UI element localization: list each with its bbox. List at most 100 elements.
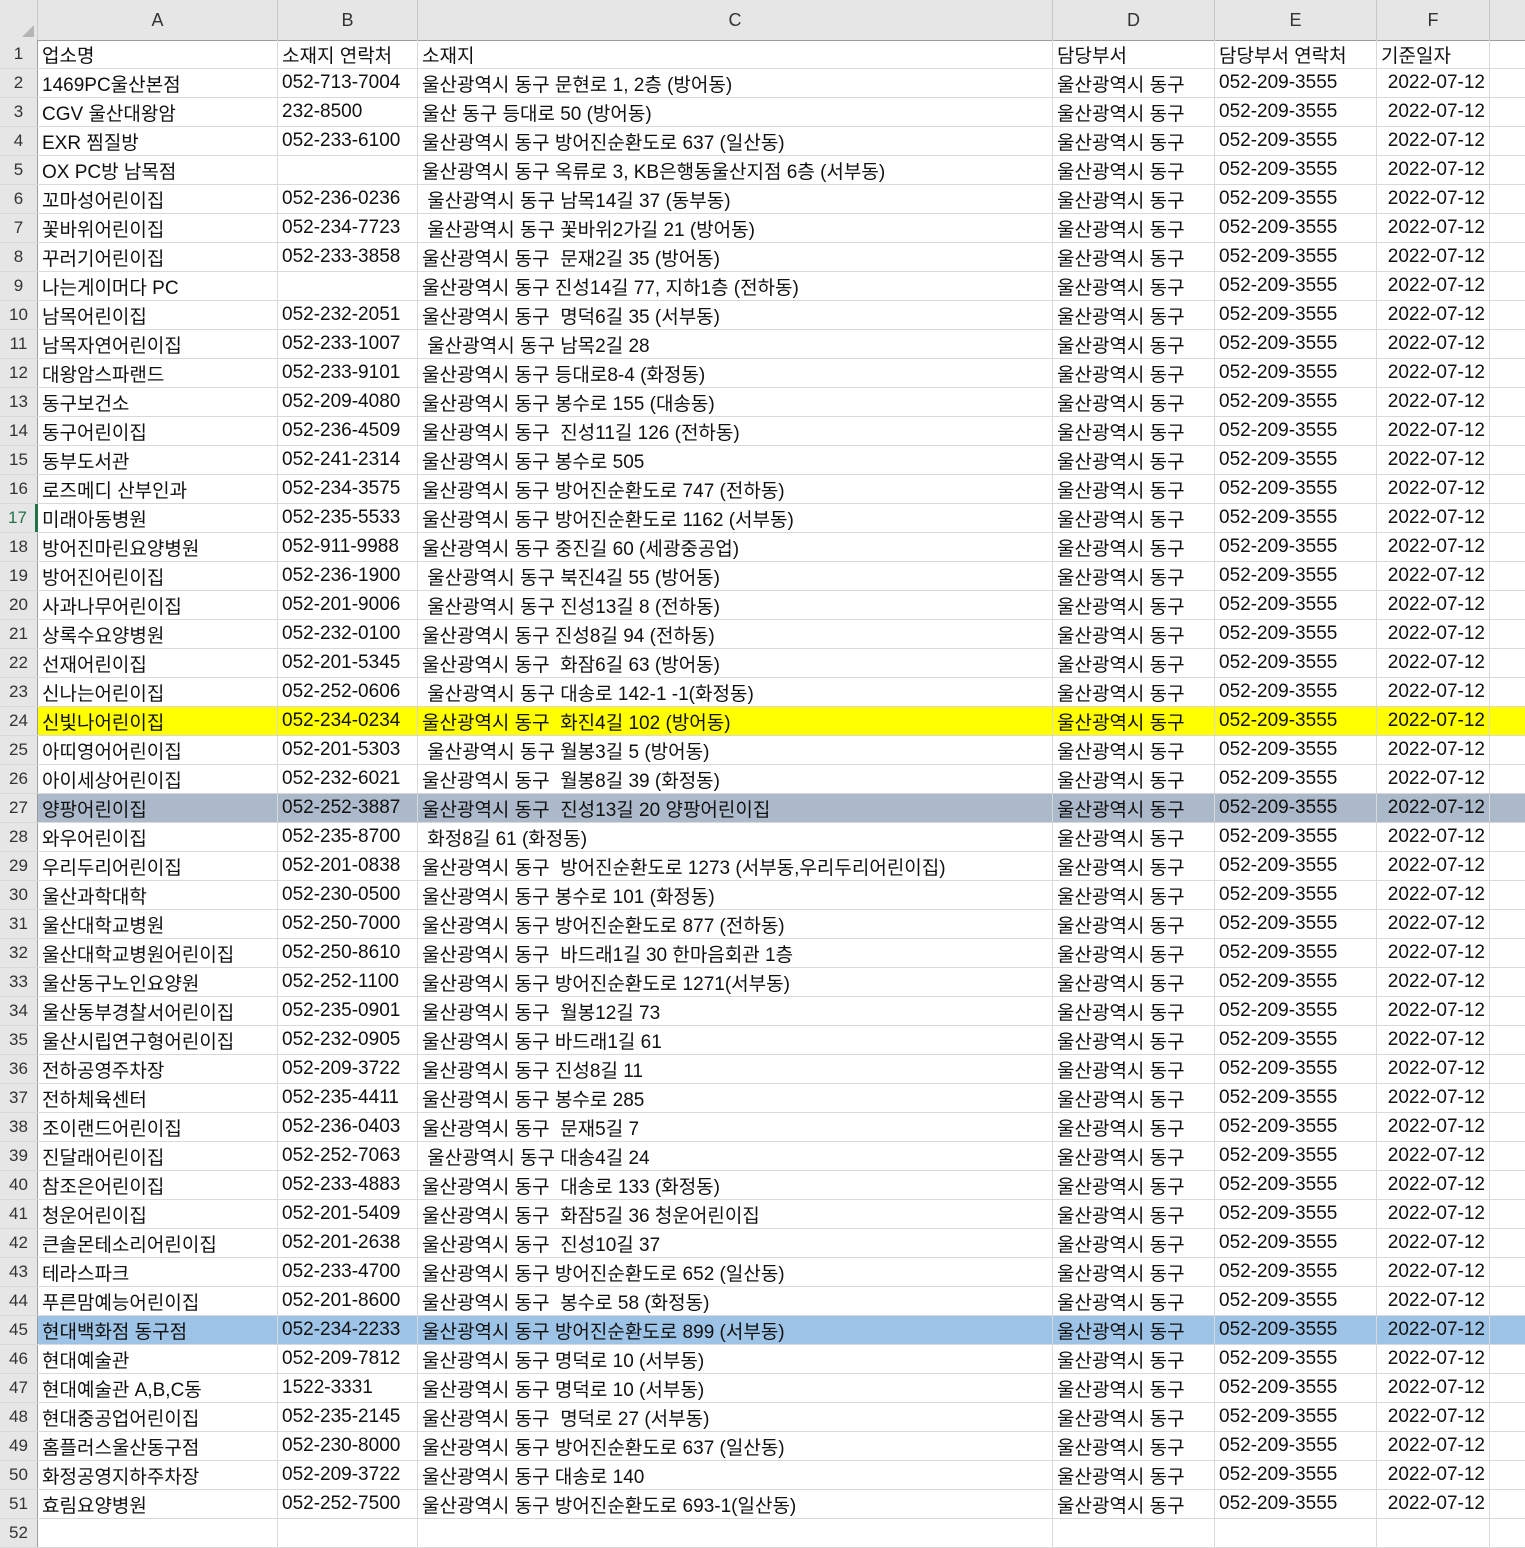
- row-number[interactable]: 37: [0, 1084, 38, 1112]
- cell-b[interactable]: 052-233-4700: [278, 1258, 418, 1286]
- cell-a[interactable]: 동부도서관: [38, 446, 278, 474]
- cell-a[interactable]: 상록수요양병원: [38, 620, 278, 648]
- cell-b[interactable]: 052-252-0606: [278, 678, 418, 706]
- cell-b[interactable]: 052-250-8610: [278, 939, 418, 967]
- cell-f[interactable]: 2022-07-12: [1377, 475, 1490, 503]
- cell-e[interactable]: 052-209-3555: [1215, 852, 1377, 880]
- row-number[interactable]: 51: [0, 1490, 38, 1518]
- cell-f[interactable]: 2022-07-12: [1377, 1258, 1490, 1286]
- cell-f[interactable]: 2022-07-12: [1377, 446, 1490, 474]
- cell[interactable]: [1490, 1403, 1525, 1431]
- cell[interactable]: [1490, 185, 1525, 213]
- cell-c[interactable]: 울산광역시 동구 등대로8-4 (화정동): [418, 359, 1053, 387]
- cell[interactable]: [1490, 823, 1525, 851]
- cell-f[interactable]: 2022-07-12: [1377, 185, 1490, 213]
- cell-b[interactable]: 052-241-2314: [278, 446, 418, 474]
- cell[interactable]: [1490, 1316, 1525, 1344]
- cell[interactable]: [1490, 98, 1525, 126]
- row-number[interactable]: 29: [0, 852, 38, 880]
- row-number[interactable]: 39: [0, 1142, 38, 1170]
- cell-e[interactable]: 052-209-3555: [1215, 1316, 1377, 1344]
- cell-c[interactable]: 울산 동구 등대로 50 (방어동): [418, 98, 1053, 126]
- cell-a[interactable]: 아이세상어린이집: [38, 765, 278, 793]
- row-number[interactable]: 17: [0, 504, 38, 532]
- cell-d[interactable]: 울산광역시 동구: [1053, 69, 1215, 97]
- cell-b[interactable]: 052-209-3722: [278, 1461, 418, 1489]
- cell-f[interactable]: 2022-07-12: [1377, 1200, 1490, 1228]
- cell[interactable]: [38, 1519, 278, 1547]
- cell-e[interactable]: 052-209-3555: [1215, 678, 1377, 706]
- row-number[interactable]: 34: [0, 997, 38, 1025]
- cell[interactable]: [1490, 40, 1525, 68]
- cell-e[interactable]: 052-209-3555: [1215, 562, 1377, 590]
- cell-d[interactable]: 울산광역시 동구: [1053, 881, 1215, 909]
- cell-d[interactable]: 울산광역시 동구: [1053, 968, 1215, 996]
- cell-f[interactable]: 2022-07-12: [1377, 1432, 1490, 1460]
- row-number[interactable]: 48: [0, 1403, 38, 1431]
- cell-a[interactable]: 사과나무어린이집: [38, 591, 278, 619]
- row-number[interactable]: 35: [0, 1026, 38, 1054]
- row-number[interactable]: 12: [0, 359, 38, 387]
- cell-a[interactable]: 현대예술관: [38, 1345, 278, 1373]
- cell-a[interactable]: 남목자연어린이집: [38, 330, 278, 358]
- cell-e[interactable]: 052-209-3555: [1215, 649, 1377, 677]
- cell-e[interactable]: 052-209-3555: [1215, 69, 1377, 97]
- cell-f[interactable]: 2022-07-12: [1377, 1316, 1490, 1344]
- cell-b[interactable]: [278, 272, 418, 300]
- column-header-a[interactable]: A: [38, 0, 278, 40]
- cell-d[interactable]: 울산광역시 동구: [1053, 852, 1215, 880]
- cell[interactable]: [1490, 1055, 1525, 1083]
- cell-a[interactable]: 신나는어린이집: [38, 678, 278, 706]
- cell-e[interactable]: 052-209-3555: [1215, 939, 1377, 967]
- cell-d[interactable]: 울산광역시 동구: [1053, 1055, 1215, 1083]
- cell-d[interactable]: 울산광역시 동구: [1053, 1287, 1215, 1315]
- row-number[interactable]: 3: [0, 98, 38, 126]
- cell-a[interactable]: 테라스파크: [38, 1258, 278, 1286]
- header-cell[interactable]: 기준일자: [1377, 40, 1490, 68]
- cell-b[interactable]: 052-230-0500: [278, 881, 418, 909]
- cell-e[interactable]: 052-209-3555: [1215, 1200, 1377, 1228]
- cell-d[interactable]: 울산광역시 동구: [1053, 301, 1215, 329]
- cell[interactable]: [1490, 678, 1525, 706]
- header-cell[interactable]: 업소명: [38, 40, 278, 68]
- cell-b[interactable]: 052-252-1100: [278, 968, 418, 996]
- cell-f[interactable]: 2022-07-12: [1377, 156, 1490, 184]
- cell-f[interactable]: 2022-07-12: [1377, 127, 1490, 155]
- cell-b[interactable]: 052-911-9988: [278, 533, 418, 561]
- cell-e[interactable]: 052-209-3555: [1215, 910, 1377, 938]
- cell[interactable]: [1490, 1461, 1525, 1489]
- cell-a[interactable]: 전하공영주차장: [38, 1055, 278, 1083]
- column-header-f[interactable]: F: [1377, 0, 1490, 40]
- cell[interactable]: [1490, 736, 1525, 764]
- cell-e[interactable]: 052-209-3555: [1215, 446, 1377, 474]
- row-number[interactable]: 47: [0, 1374, 38, 1402]
- cell-f[interactable]: 2022-07-12: [1377, 1403, 1490, 1431]
- cell-c[interactable]: 울산광역시 동구 중진길 60 (세광중공업): [418, 533, 1053, 561]
- cell-c[interactable]: 울산광역시 동구 방어진순환도로 693-1(일산동): [418, 1490, 1053, 1518]
- cell-a[interactable]: 홈플러스울산동구점: [38, 1432, 278, 1460]
- cell-c[interactable]: 울산광역시 동구 방어진순환도로 1271(서부동): [418, 968, 1053, 996]
- cell-a[interactable]: 신빛나어린이집: [38, 707, 278, 735]
- cell-a[interactable]: 1469PC울산본점: [38, 69, 278, 97]
- cell-b[interactable]: 052-252-7063: [278, 1142, 418, 1170]
- cell-f[interactable]: 2022-07-12: [1377, 1287, 1490, 1315]
- cell-f[interactable]: 2022-07-12: [1377, 852, 1490, 880]
- cell[interactable]: [1490, 301, 1525, 329]
- row-number[interactable]: 4: [0, 127, 38, 155]
- cell-e[interactable]: 052-209-3555: [1215, 1055, 1377, 1083]
- cell-b[interactable]: 052-201-0838: [278, 852, 418, 880]
- cell-d[interactable]: 울산광역시 동구: [1053, 417, 1215, 445]
- cell-f[interactable]: 2022-07-12: [1377, 1055, 1490, 1083]
- cell-b[interactable]: 052-209-4080: [278, 388, 418, 416]
- row-number[interactable]: 14: [0, 417, 38, 445]
- cell-c[interactable]: 울산광역시 동구 방어진순환도로 1273 (서부동,우리두리어린이집): [418, 852, 1053, 880]
- row-number[interactable]: 22: [0, 649, 38, 677]
- cell[interactable]: [1490, 1229, 1525, 1257]
- cell-b[interactable]: 052-232-6021: [278, 765, 418, 793]
- cell-b[interactable]: 052-232-0905: [278, 1026, 418, 1054]
- cell-f[interactable]: 2022-07-12: [1377, 881, 1490, 909]
- cell-d[interactable]: 울산광역시 동구: [1053, 707, 1215, 735]
- cell[interactable]: [1490, 388, 1525, 416]
- cell-b[interactable]: 052-252-7500: [278, 1490, 418, 1518]
- row-number[interactable]: 41: [0, 1200, 38, 1228]
